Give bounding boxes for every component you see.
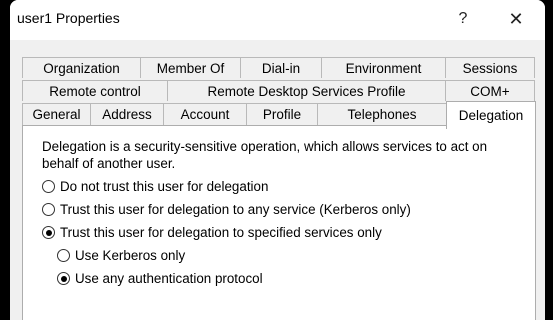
radio-button-selected[interactable] (57, 272, 70, 285)
radio-button[interactable] (42, 203, 55, 216)
tab-dial-in[interactable]: Dial-in (240, 57, 322, 78)
tab-general[interactable]: General (22, 103, 91, 125)
tab-strip: Organization Member Of Dial-in Environme… (10, 40, 545, 130)
delegation-panel: Delegation is a security-sensitive opera… (22, 126, 536, 320)
option-label: Use Kerberos only (75, 248, 186, 263)
dialog-title: user1 Properties (17, 10, 120, 26)
radio-button[interactable] (57, 249, 70, 262)
tab-profile[interactable]: Profile (246, 103, 318, 125)
tab-delegation[interactable]: Delegation (446, 101, 536, 129)
sub-option-any-authentication[interactable]: Use any authentication protocol (57, 271, 263, 286)
tab-member-of[interactable]: Member Of (140, 57, 241, 78)
option-label: Trust this user for delegation to any se… (60, 202, 411, 217)
tab-remote-control[interactable]: Remote control (22, 80, 168, 101)
option-delegate-any-service[interactable]: Trust this user for delegation to any se… (42, 202, 411, 217)
radio-button[interactable] (42, 180, 55, 193)
tab-sessions[interactable]: Sessions (445, 57, 535, 78)
properties-dialog: user1 Properties ? ✕ Organization Member… (10, 0, 545, 320)
tab-organization[interactable]: Organization (22, 57, 141, 78)
tab-com-plus[interactable]: COM+ (445, 80, 535, 101)
help-button[interactable]: ? (448, 6, 478, 32)
option-label: Trust this user for delegation to specif… (60, 225, 382, 240)
tab-remote-desktop-services-profile[interactable]: Remote Desktop Services Profile (167, 80, 446, 101)
tab-account[interactable]: Account (163, 103, 247, 125)
title-bar: user1 Properties ? ✕ (10, 0, 545, 40)
delegation-description: Delegation is a security-sensitive opera… (42, 139, 488, 171)
option-label: Use any authentication protocol (75, 271, 263, 286)
close-button[interactable]: ✕ (501, 6, 531, 32)
sub-option-kerberos-only[interactable]: Use Kerberos only (57, 248, 185, 263)
tab-telephones[interactable]: Telephones (317, 103, 447, 125)
radio-button-selected[interactable] (42, 226, 55, 239)
option-delegate-specified-services[interactable]: Trust this user for delegation to specif… (42, 225, 382, 240)
tab-environment[interactable]: Environment (321, 57, 446, 78)
tab-address[interactable]: Address (90, 103, 164, 125)
option-label: Do not trust this user for delegation (60, 179, 269, 194)
option-no-delegation[interactable]: Do not trust this user for delegation (42, 179, 268, 194)
